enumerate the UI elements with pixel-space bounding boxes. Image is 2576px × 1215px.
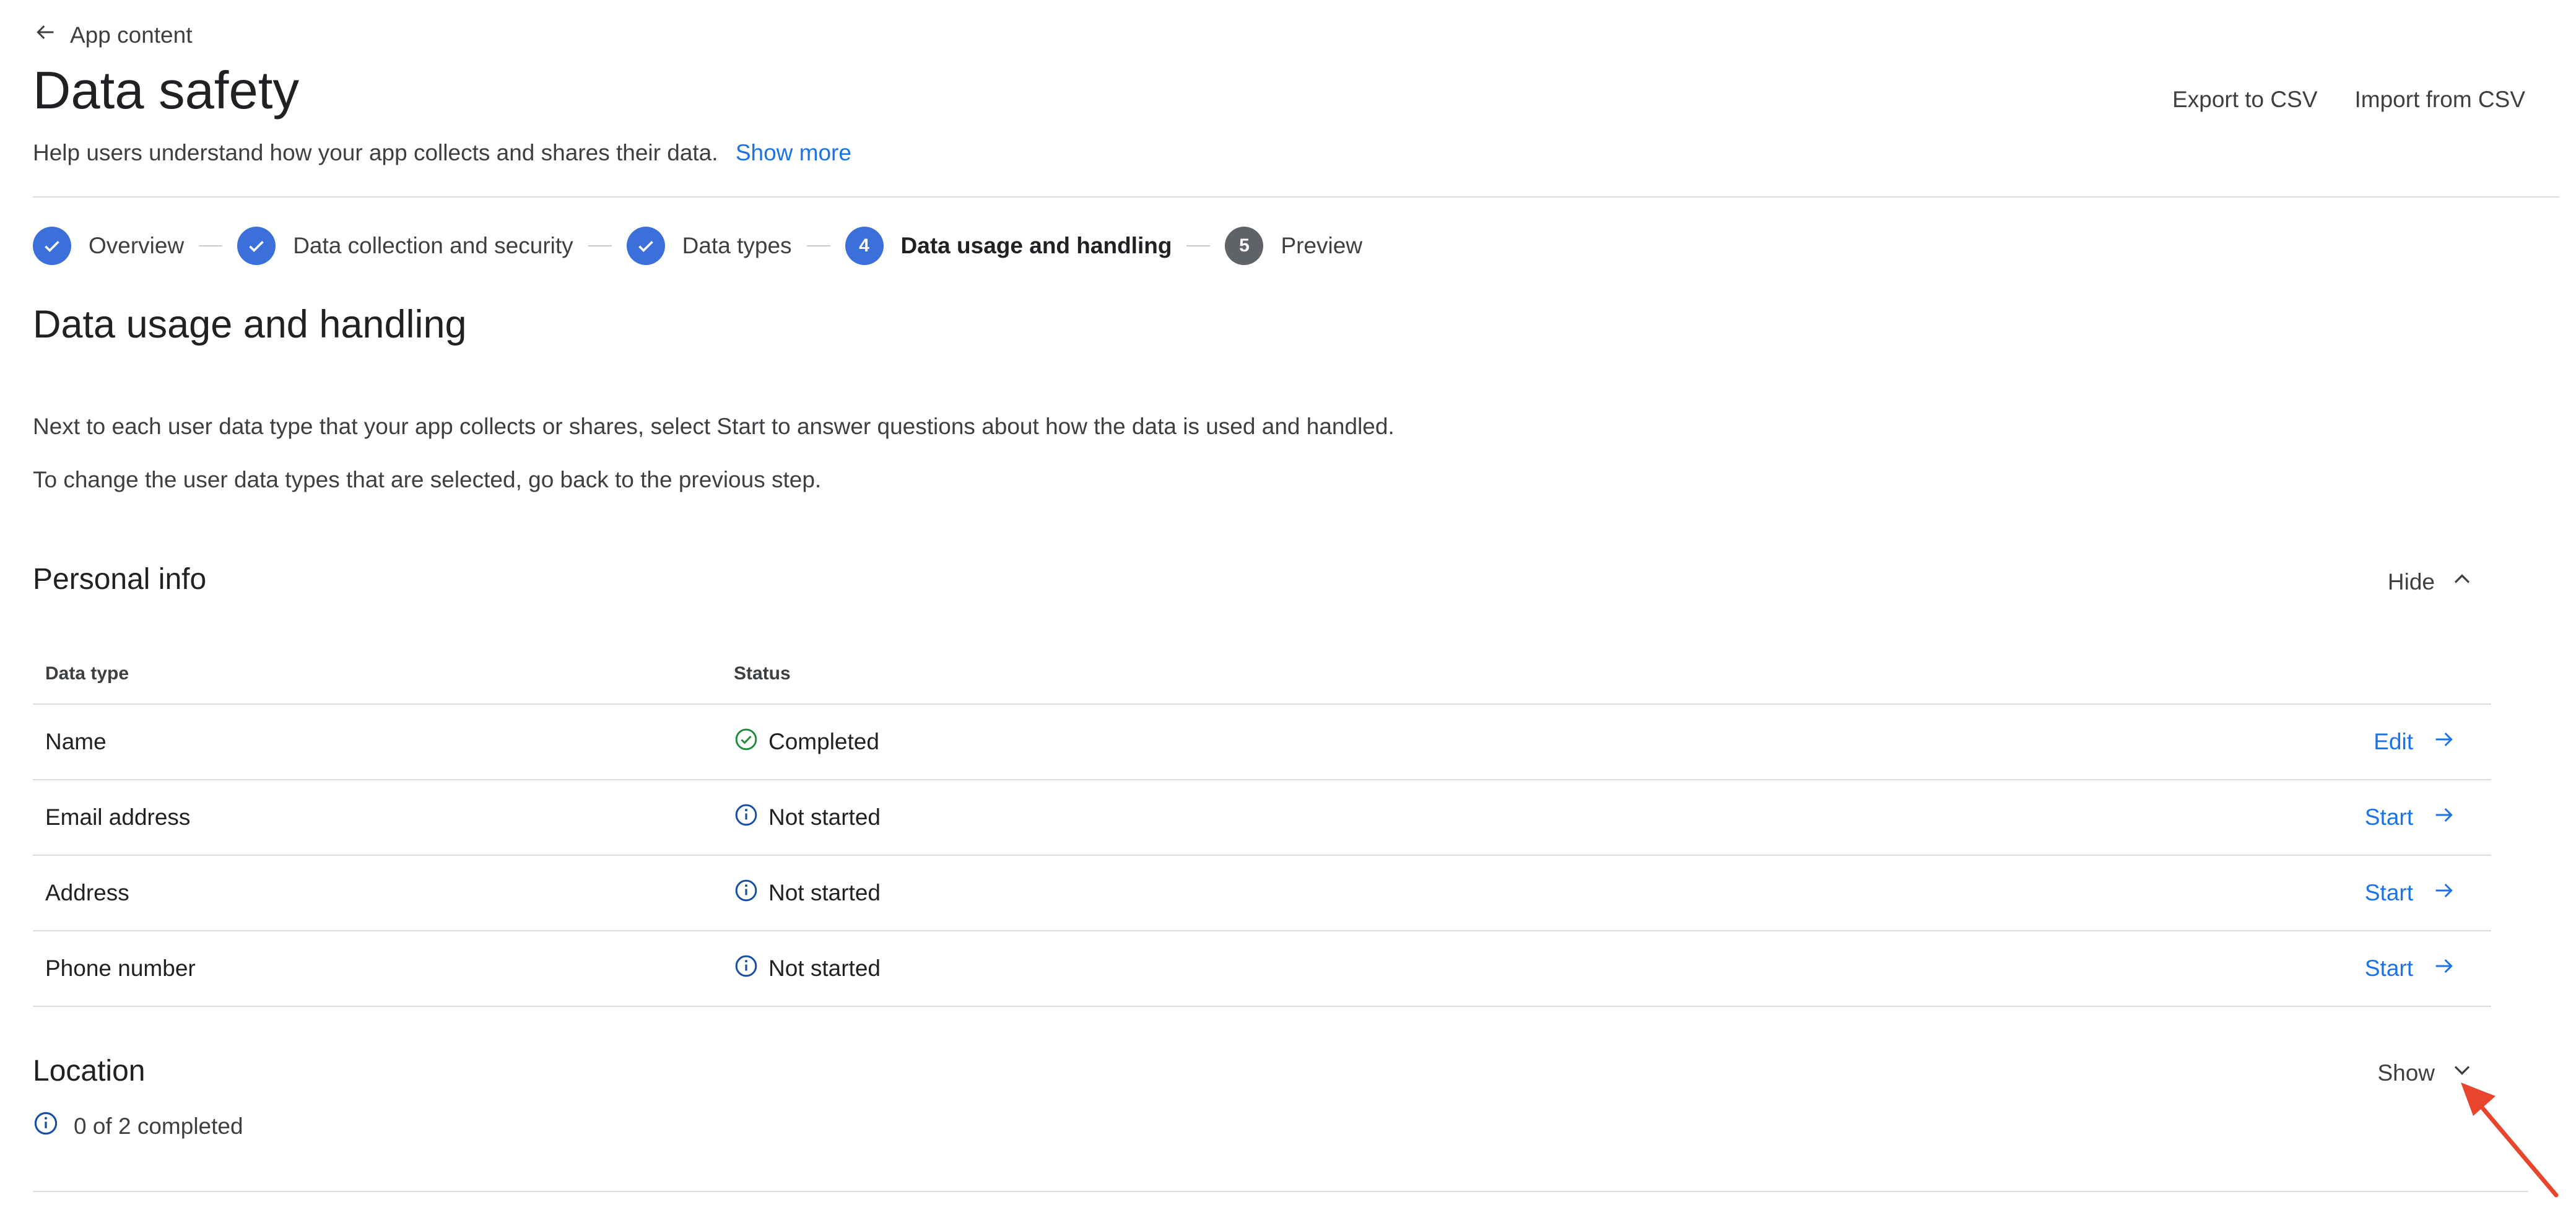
page-description: Help users understand how your app colle… bbox=[33, 140, 851, 166]
table-row: Email address Not started Start bbox=[33, 780, 2491, 856]
step-number-badge: 5 bbox=[1225, 227, 1264, 265]
column-header-data-type: Data type bbox=[45, 663, 129, 684]
action-label: Edit bbox=[2374, 729, 2413, 754]
location-summary: 0 of 2 completed bbox=[33, 1110, 243, 1142]
arrow-right-icon bbox=[2432, 727, 2456, 757]
data-safety-page: App content Data safety Help users under… bbox=[0, 0, 2576, 1215]
toggle-label: Hide bbox=[2387, 568, 2435, 594]
check-icon bbox=[33, 227, 71, 265]
stepper: Overview Data collection and security Da… bbox=[33, 224, 1362, 268]
check-circle-icon bbox=[734, 727, 759, 757]
step-connector bbox=[806, 245, 830, 246]
personal-info-hide-toggle[interactable]: Hide bbox=[2388, 565, 2476, 598]
start-button[interactable]: Start bbox=[2295, 803, 2491, 833]
status-label: Not started bbox=[768, 880, 881, 905]
import-csv-button[interactable]: Import from CSV bbox=[2355, 87, 2526, 113]
step-label: Preview bbox=[1281, 233, 1363, 258]
status-cell: Completed bbox=[734, 727, 2295, 757]
step-label: Data types bbox=[682, 233, 792, 258]
instruction-text: Next to each user data type that your ap… bbox=[33, 414, 1395, 439]
info-icon bbox=[734, 803, 759, 833]
step-connector bbox=[199, 245, 223, 246]
step-connector bbox=[1186, 245, 1211, 246]
step-label: Data usage and handling bbox=[900, 233, 1172, 258]
annotation-arrow-icon bbox=[2452, 1078, 2564, 1204]
arrow-right-icon bbox=[2432, 803, 2456, 833]
arrow-right-icon bbox=[2432, 954, 2456, 984]
check-icon bbox=[626, 227, 665, 265]
personal-info-table: Data type Status Name Completed Edit Ema… bbox=[33, 644, 2491, 1007]
start-button[interactable]: Start bbox=[2295, 954, 2491, 984]
personal-info-title: Personal info bbox=[33, 563, 207, 596]
step-label: Overview bbox=[89, 233, 185, 258]
page-description-text: Help users understand how your app colle… bbox=[33, 140, 718, 165]
step-number-badge: 4 bbox=[845, 227, 884, 265]
back-link[interactable]: App content bbox=[33, 20, 192, 50]
location-title: Location bbox=[33, 1055, 146, 1087]
data-type-cell: Address bbox=[45, 880, 129, 905]
table-header: Data type Status bbox=[33, 644, 2491, 705]
step-label: Data collection and security bbox=[293, 233, 573, 258]
step-data-types[interactable]: Data types bbox=[626, 227, 792, 265]
status-label: Completed bbox=[768, 729, 879, 754]
completion-summary: 0 of 2 completed bbox=[74, 1113, 243, 1139]
step-data-collection[interactable]: Data collection and security bbox=[237, 227, 573, 265]
table-row: Phone number Not started Start bbox=[33, 931, 2491, 1007]
step-overview[interactable]: Overview bbox=[33, 227, 184, 265]
status-label: Not started bbox=[768, 956, 881, 981]
instruction-text: To change the user data types that are s… bbox=[33, 467, 822, 492]
header-divider bbox=[33, 196, 2559, 198]
action-label: Start bbox=[2364, 880, 2413, 905]
column-header-status: Status bbox=[734, 663, 791, 684]
arrow-left-icon bbox=[33, 20, 58, 50]
info-icon bbox=[734, 878, 759, 908]
action-label: Start bbox=[2364, 956, 2413, 981]
chevron-up-icon bbox=[2448, 565, 2476, 598]
status-cell: Not started bbox=[734, 954, 2295, 984]
header-actions: Export to CSV Import from CSV bbox=[2172, 87, 2525, 113]
data-type-cell: Name bbox=[45, 729, 107, 754]
info-icon bbox=[734, 954, 759, 984]
table-row: Name Completed Edit bbox=[33, 705, 2491, 780]
data-type-cell: Email address bbox=[45, 804, 191, 830]
section-title: Data usage and handling bbox=[33, 303, 467, 346]
data-type-cell: Phone number bbox=[45, 956, 196, 981]
export-csv-button[interactable]: Export to CSV bbox=[2172, 87, 2317, 113]
start-button[interactable]: Start bbox=[2295, 878, 2491, 908]
step-data-usage[interactable]: 4 Data usage and handling bbox=[845, 227, 1172, 265]
edit-button[interactable]: Edit bbox=[2295, 727, 2491, 757]
step-preview[interactable]: 5 Preview bbox=[1225, 227, 1362, 265]
step-connector bbox=[588, 245, 612, 246]
table-row: Address Not started Start bbox=[33, 856, 2491, 931]
status-cell: Not started bbox=[734, 878, 2295, 908]
page-title: Data safety bbox=[33, 61, 299, 120]
back-link-label: App content bbox=[70, 22, 193, 48]
info-icon bbox=[33, 1110, 59, 1142]
check-icon bbox=[237, 227, 276, 265]
arrow-right-icon bbox=[2432, 878, 2456, 908]
action-label: Start bbox=[2364, 804, 2413, 830]
show-more-link[interactable]: Show more bbox=[736, 140, 851, 165]
location-divider bbox=[33, 1191, 2528, 1192]
status-cell: Not started bbox=[734, 803, 2295, 833]
toggle-label: Show bbox=[2377, 1060, 2435, 1086]
status-label: Not started bbox=[768, 804, 881, 830]
